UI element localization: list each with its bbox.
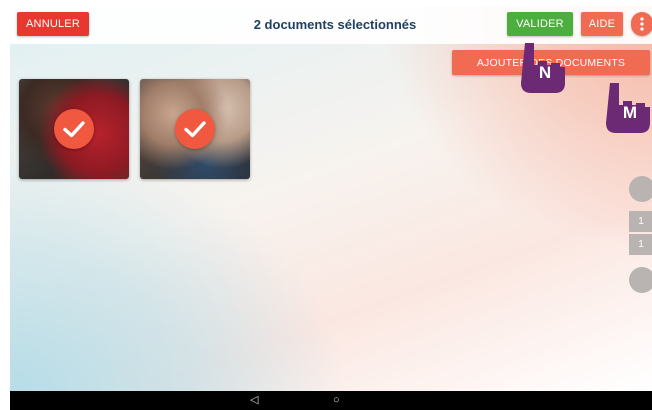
document-thumbnail[interactable] [19,79,129,179]
hand-m-label: M [623,103,637,122]
page-title: 2 documents sélectionnés [253,16,417,32]
more-vertical-icon [640,17,644,31]
page-number-total: 1 [629,234,652,255]
top-bar: ANNULER 2 documents sélectionnés VALIDER… [10,6,652,44]
cancel-button[interactable]: ANNULER [17,12,89,36]
selected-check-badge [54,109,94,149]
help-button[interactable]: AIDE [581,12,623,36]
back-icon[interactable]: ◁ [250,392,258,409]
android-nav-bar: ◁ ○ [10,391,652,410]
scroll-down-button[interactable] [629,267,652,293]
checkmark-icon [184,121,206,138]
validate-button[interactable]: VALIDER [507,12,573,36]
pointing-hand-icon: M [606,83,650,133]
hand-n-label: N [539,63,551,82]
page-number-current: 1 [629,211,652,232]
pointing-hand-icon: N [521,43,565,93]
document-thumbnail[interactable] [140,79,250,179]
app-screen: ANNULER 2 documents sélectionnés VALIDER… [10,6,652,391]
selected-check-badge [175,109,215,149]
more-options-button[interactable] [631,12,652,36]
checkmark-icon [63,121,85,138]
home-icon[interactable]: ○ [333,392,340,409]
scroll-up-button[interactable] [629,176,652,202]
